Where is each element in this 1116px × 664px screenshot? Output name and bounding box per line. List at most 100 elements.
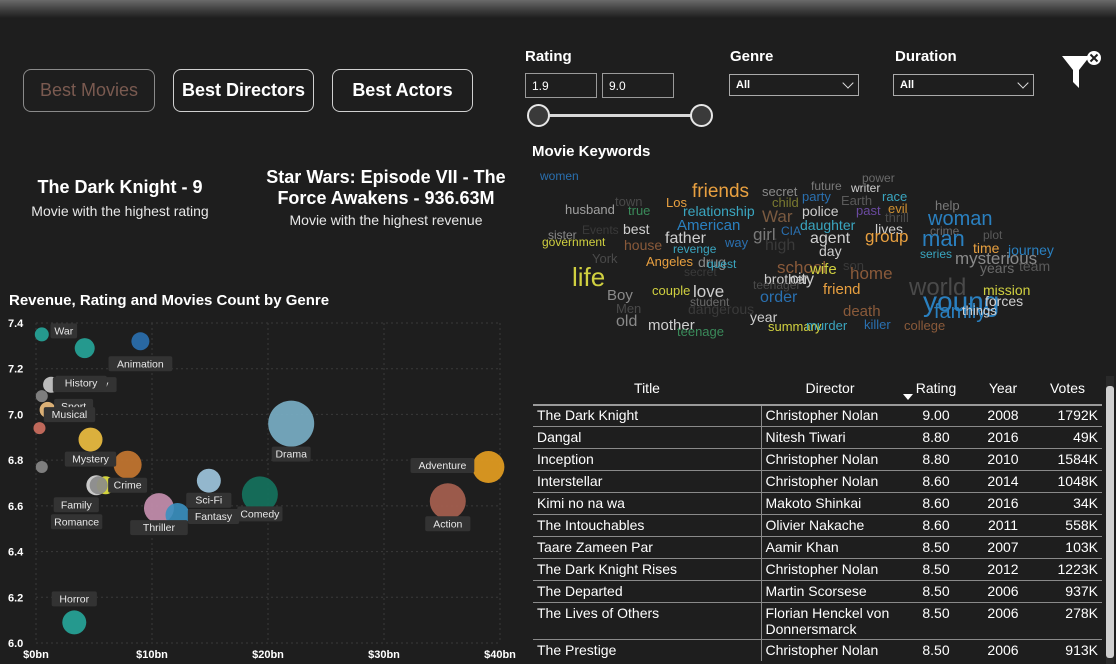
rating-slider-track[interactable] — [538, 114, 701, 117]
cell-title: The Lives of Others — [533, 601, 761, 639]
cell-year: 2012 — [973, 557, 1033, 580]
chevron-down-icon — [1017, 77, 1029, 89]
cell-votes: 1584K — [1033, 447, 1102, 470]
cell-year: 2014 — [973, 469, 1033, 492]
data-label: Crime — [114, 480, 142, 492]
table-row[interactable]: The Departed Martin Scorsese 8.50 2006 937K — [533, 579, 1102, 602]
cell-rating: 8.80 — [899, 447, 973, 470]
table-row[interactable]: Taare Zameen Par Aamir Khan 8.50 2007 103K — [533, 535, 1102, 558]
cell-director: Martin Scorsese — [760, 579, 899, 602]
column-header-director[interactable]: Director — [761, 372, 899, 404]
table-row[interactable]: Dangal Nitesh Tiwari 8.80 2016 49K — [533, 425, 1102, 448]
table-row[interactable]: The Prestige Christopher Nolan 8.50 2006 913… — [533, 638, 1102, 661]
genre-filter-label: Genre — [730, 48, 774, 65]
keyword: murder — [806, 318, 848, 333]
genre-dropdown[interactable]: All — [729, 74, 859, 96]
keyword: high — [765, 237, 796, 254]
y-tick-label: 7.4 — [8, 318, 24, 330]
keyword: relationship — [683, 203, 755, 219]
duration-dropdown[interactable]: All — [893, 74, 1034, 96]
table-header-row: Title Director Rating Year Votes — [533, 372, 1102, 404]
data-label: Comedy — [240, 508, 280, 520]
keyword: order — [760, 289, 798, 306]
table-scrollbar-thumb[interactable] — [1106, 386, 1114, 658]
y-tick-label: 6.4 — [8, 547, 24, 559]
cell-title: The Intouchables — [533, 513, 761, 536]
column-header-year[interactable]: Year — [973, 372, 1033, 404]
keyword: house — [624, 237, 663, 253]
cell-year: 2016 — [973, 491, 1033, 514]
keyword: husband — [565, 202, 615, 217]
cell-director: Christopher Nolan — [760, 557, 899, 580]
best-movies-button[interactable]: Best Movies — [23, 69, 155, 112]
cell-votes: 558K — [1033, 513, 1102, 536]
window-top-bar — [0, 0, 1116, 18]
cell-director: Olivier Nakache — [760, 513, 899, 536]
chevron-down-icon — [842, 77, 854, 89]
cell-votes: 1792K — [1033, 403, 1102, 426]
data-label: Musical — [52, 409, 88, 421]
y-tick-label: 6.0 — [8, 638, 23, 650]
keyword: War — [762, 207, 793, 226]
data-label: Fantasy — [195, 511, 233, 523]
rating-slider-min-handle[interactable] — [527, 104, 550, 127]
highest-rating-card-title: The Dark Knight - 9 — [37, 177, 203, 197]
duration-filter-label: Duration — [895, 48, 957, 65]
data-point — [62, 610, 87, 635]
cell-rating: 8.50 — [899, 601, 973, 639]
cell-rating: 8.50 — [899, 579, 973, 602]
table-row[interactable]: The Dark Knight Rises Christopher Nolan 8.… — [533, 557, 1102, 580]
keyword: day — [819, 243, 842, 259]
cell-director: Makoto Shinkai — [760, 491, 899, 514]
data-label: Animation — [117, 358, 164, 370]
rating-slider-max-handle[interactable] — [690, 104, 713, 127]
cell-year: 2010 — [973, 447, 1033, 470]
keyword: life — [572, 262, 606, 292]
best-directors-button[interactable]: Best Directors — [173, 69, 314, 112]
table-row[interactable]: Inception Christopher Nolan 8.80 2010 1584K — [533, 447, 1102, 470]
column-header-title[interactable]: Title — [533, 372, 761, 404]
data-point — [472, 451, 505, 483]
keyword: couple — [652, 283, 691, 298]
keyword: teenage — [677, 324, 724, 339]
table-row[interactable]: The Dark Knight Christopher Nolan 9.00 2008… — [533, 403, 1102, 426]
keyword: old — [616, 313, 638, 330]
duration-dropdown-value: All — [900, 79, 915, 91]
table-row[interactable]: Kimi no na wa Makoto Shinkai 8.60 2016 34K — [533, 491, 1102, 514]
cell-title: The Prestige — [533, 638, 761, 661]
keyword: friends — [692, 181, 750, 202]
y-tick-label: 7.0 — [8, 409, 23, 421]
table-row[interactable]: The Lives of Others Florian Henckel von D… — [533, 601, 1102, 639]
keyword: friend — [823, 281, 861, 298]
rating-min-input[interactable]: 1.9 — [525, 73, 597, 98]
table-row[interactable]: Interstellar Christopher Nolan 8.60 2014 104… — [533, 469, 1102, 492]
data-point — [78, 427, 103, 452]
cell-director: Florian Henckel von Donnersmarck — [760, 601, 899, 639]
cell-director: Christopher Nolan — [760, 638, 899, 661]
x-tick-label: $20bn — [252, 649, 284, 661]
best-actors-button[interactable]: Best Actors — [332, 69, 473, 112]
data-label: History — [65, 378, 98, 390]
x-tick-label: $30bn — [368, 649, 400, 661]
cell-rating: 8.80 — [899, 425, 973, 448]
keyword: best — [623, 221, 650, 237]
cell-rating: 8.50 — [899, 638, 973, 661]
cell-title: Interstellar — [533, 469, 761, 492]
cell-votes: 49K — [1033, 425, 1102, 448]
data-point — [113, 450, 142, 479]
data-label: Action — [433, 518, 462, 530]
cell-title: Dangal — [533, 425, 761, 448]
cell-year: 2007 — [973, 535, 1033, 558]
rating-filter-label: Rating — [525, 48, 572, 65]
rating-max-input[interactable]: 9.0 — [602, 73, 674, 98]
highest-revenue-card-title-line1: Star Wars: Episode VII - The — [266, 167, 506, 187]
keyword: series — [920, 247, 953, 261]
cell-title: The Dark Knight Rises — [533, 557, 761, 580]
table-row[interactable]: The Intouchables Olivier Nakache 8.60 2011 5… — [533, 513, 1102, 536]
column-header-votes[interactable]: Votes — [1033, 372, 1102, 404]
cell-votes: 34K — [1033, 491, 1102, 514]
keyword: past — [856, 203, 881, 218]
clear-filter-icon[interactable] — [1058, 48, 1104, 92]
data-point — [131, 332, 150, 351]
data-point — [34, 327, 49, 342]
